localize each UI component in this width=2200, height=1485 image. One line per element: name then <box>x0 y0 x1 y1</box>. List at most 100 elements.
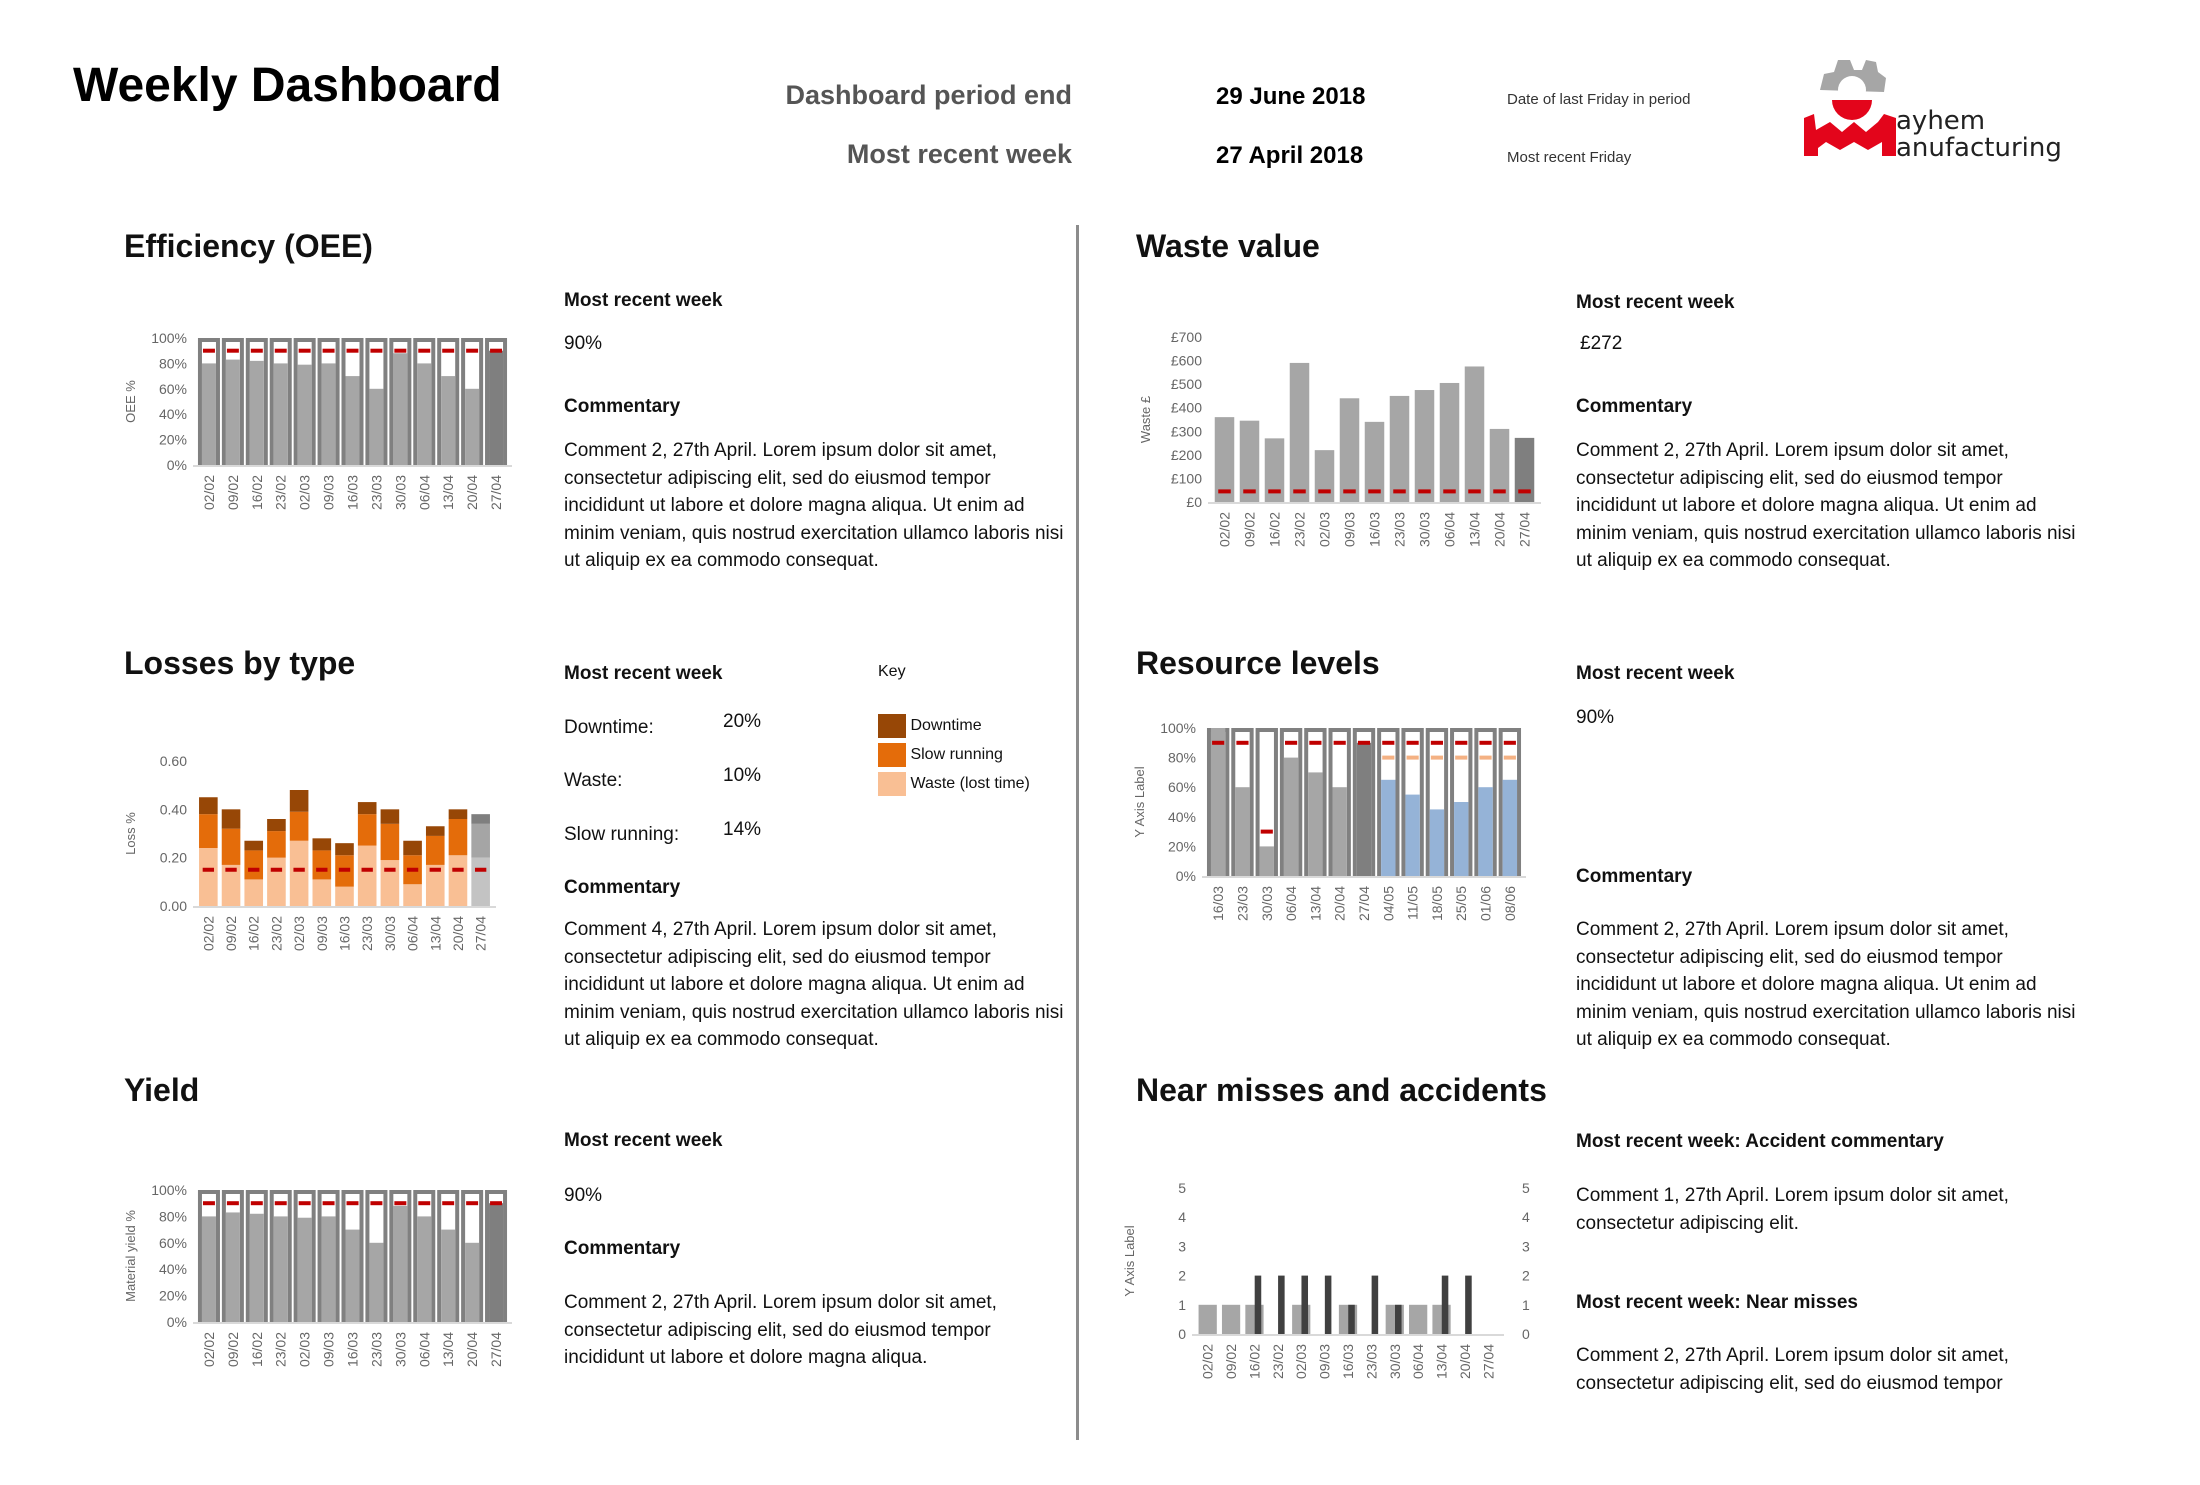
x-tick-label: 02/03 <box>297 475 313 510</box>
bar <box>1264 438 1285 502</box>
x-tick-label: 20/04 <box>1492 512 1508 547</box>
bar-segment <box>244 850 264 880</box>
y-tick-label: 20% <box>1168 838 1196 854</box>
x-tick-label: 09/03 <box>1342 512 1358 547</box>
period-end-label: Dashboard period end <box>785 80 1072 110</box>
bar <box>1389 395 1410 502</box>
bar-remainder <box>321 1194 336 1322</box>
accident-bar <box>1465 1275 1472 1334</box>
bar <box>345 376 360 465</box>
accident-bar <box>1254 1275 1262 1334</box>
bar-segment <box>199 797 218 815</box>
bar <box>465 1242 480 1322</box>
near-miss-bar <box>1198 1304 1217 1334</box>
bar <box>201 363 216 465</box>
bar-remainder <box>225 342 240 465</box>
bar <box>1210 728 1226 876</box>
x-tick-label: 13/04 <box>1307 886 1323 921</box>
bar-frame <box>293 338 316 465</box>
x-tick-label: 30/03 <box>1259 886 1275 921</box>
bar-frame <box>461 338 484 465</box>
x-tick-label: 11/05 <box>1405 886 1421 920</box>
y-axis-title: OEE % <box>123 380 138 423</box>
bar-frame <box>1377 728 1400 876</box>
bar <box>1502 779 1518 876</box>
y-axis-title: Y Axis Label <box>1122 1225 1137 1296</box>
bar <box>417 1216 432 1322</box>
y-tick-label: 1 <box>1178 1297 1186 1313</box>
y2-tick-label: 2 <box>1522 1268 1530 1284</box>
bar-remainder <box>249 1194 264 1322</box>
accident-bar <box>1371 1275 1379 1334</box>
y-axis-title: Loss % <box>123 812 138 855</box>
legend-slow-running: Slow running <box>878 743 1003 767</box>
bar-remainder <box>417 1194 432 1322</box>
bar-frame <box>1206 728 1230 876</box>
x-tick-label: 13/04 <box>427 916 443 951</box>
bar <box>1429 809 1445 876</box>
bar <box>369 388 384 465</box>
bar-segment <box>221 864 241 906</box>
x-tick-label: 09/02 <box>225 1332 241 1367</box>
near-misses-comment: Comment 2, 27th April. Lorem ipsum dolor… <box>1576 1345 2009 1394</box>
legend-swatch <box>878 772 906 796</box>
bar-frame <box>197 1190 220 1322</box>
y-tick-label: 0 <box>1178 1326 1186 1342</box>
y-tick-label: 20% <box>159 1288 187 1304</box>
y-tick-label: £300 <box>1171 423 1202 439</box>
section-title-losses: Losses by type <box>124 645 356 681</box>
bar-segment <box>471 857 490 906</box>
x-tick-label: 18/05 <box>1429 886 1445 921</box>
waste-comment: Comment 2, 27th April. Lorem ipsum dolor… <box>1576 440 2076 571</box>
x-tick-label: 04/05 <box>1380 886 1396 921</box>
bar-remainder <box>249 342 264 465</box>
y2-tick-label: 4 <box>1522 1209 1530 1225</box>
accident-bar <box>1395 1304 1402 1334</box>
bar-frame <box>461 1190 484 1322</box>
x-tick-label: 23/02 <box>1270 1344 1286 1379</box>
bar-remainder <box>225 1194 240 1322</box>
legend-swatch <box>878 743 906 767</box>
x-tick-label: 13/04 <box>440 475 456 510</box>
bar-frame <box>293 1190 316 1322</box>
bar <box>273 363 288 465</box>
section-title-oee: Efficiency (OEE) <box>124 228 373 264</box>
chart-losses: 0.00 0.20 0.40 0.60 Loss % 02/02 09/02 16/02 23/… <box>123 753 496 951</box>
x-tick-label: 20/04 <box>1332 886 1348 921</box>
x-tick-label: 09/02 <box>1242 512 1258 547</box>
bar-remainder <box>369 342 384 465</box>
y-tick-label: 0.00 <box>160 898 187 914</box>
bar <box>1514 437 1535 502</box>
bar-remainder <box>1405 732 1420 876</box>
x-tick-label: 23/02 <box>273 475 289 510</box>
x-tick-label: 16/02 <box>1267 512 1283 547</box>
resource-commentary-label: Commentary <box>1576 866 1693 887</box>
bar-segment <box>357 845 377 906</box>
x-tick-label: 20/04 <box>450 916 466 951</box>
bar-frame <box>485 338 508 465</box>
bar-segment <box>403 884 422 906</box>
x-tick-label: 02/02 <box>1217 512 1233 547</box>
bar <box>1381 779 1396 876</box>
bar <box>441 376 456 465</box>
bar <box>1489 428 1510 502</box>
y-tick-label: 0% <box>167 457 187 473</box>
bar-remainder <box>273 342 288 465</box>
bar-frame <box>317 1190 340 1322</box>
x-tick-label: 02/03 <box>1317 512 1333 547</box>
accident-bar <box>1278 1275 1285 1334</box>
bar <box>489 1203 504 1322</box>
recent-week-value: 27 April 2018 <box>1216 142 1364 169</box>
bar <box>1356 742 1372 876</box>
recent-week-note: Most recent Friday <box>1507 149 1632 166</box>
bar <box>1454 802 1469 876</box>
y-tick-label: 60% <box>1168 779 1196 795</box>
y2-tick-label: 1 <box>1522 1297 1530 1313</box>
x-tick-label: 16/03 <box>345 475 361 510</box>
bar-remainder <box>273 1194 288 1322</box>
oee-commentary-label: Commentary <box>564 396 681 417</box>
bar <box>321 1216 336 1322</box>
y-tick-label: 80% <box>159 355 187 371</box>
y2-tick-label: 3 <box>1522 1238 1530 1254</box>
bar-segment <box>425 835 445 865</box>
